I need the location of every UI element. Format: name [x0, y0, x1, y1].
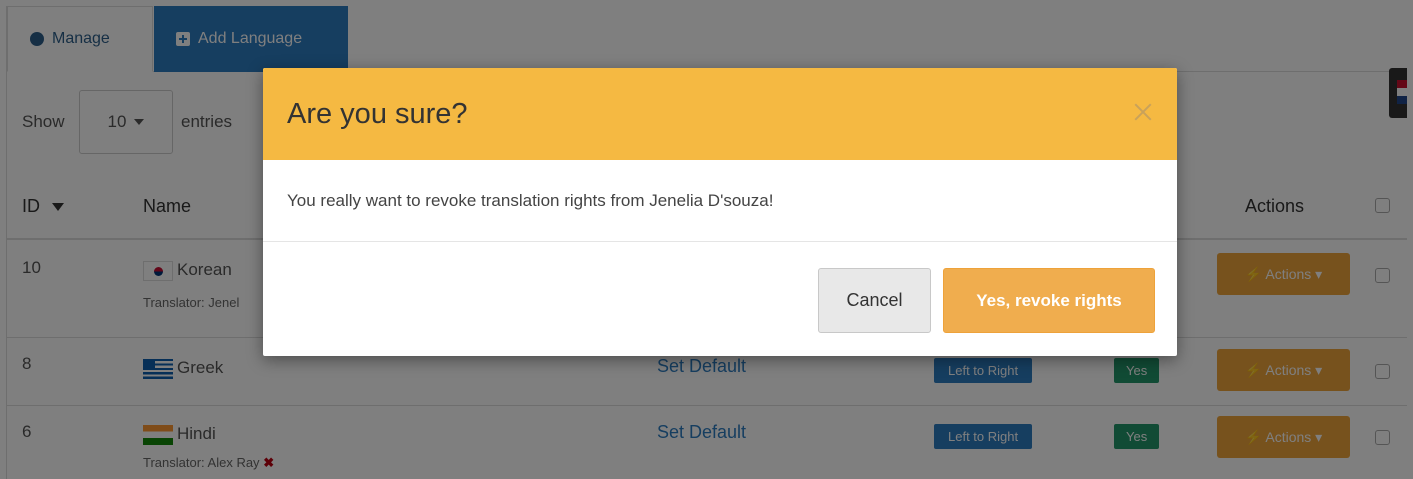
close-icon[interactable] — [1131, 100, 1155, 124]
confirm-modal: Are you sure? You really want to revoke … — [263, 68, 1177, 356]
modal-footer: Cancel Yes, revoke rights — [263, 242, 1177, 356]
modal-header: Are you sure? — [263, 68, 1177, 160]
revoke-rights-button[interactable]: Yes, revoke rights — [943, 268, 1155, 333]
cancel-button[interactable]: Cancel — [818, 268, 931, 333]
modal-title: Are you sure? — [287, 97, 468, 130]
modal-body: You really want to revoke translation ri… — [263, 160, 1177, 242]
modal-message: You really want to revoke translation ri… — [287, 190, 774, 210]
